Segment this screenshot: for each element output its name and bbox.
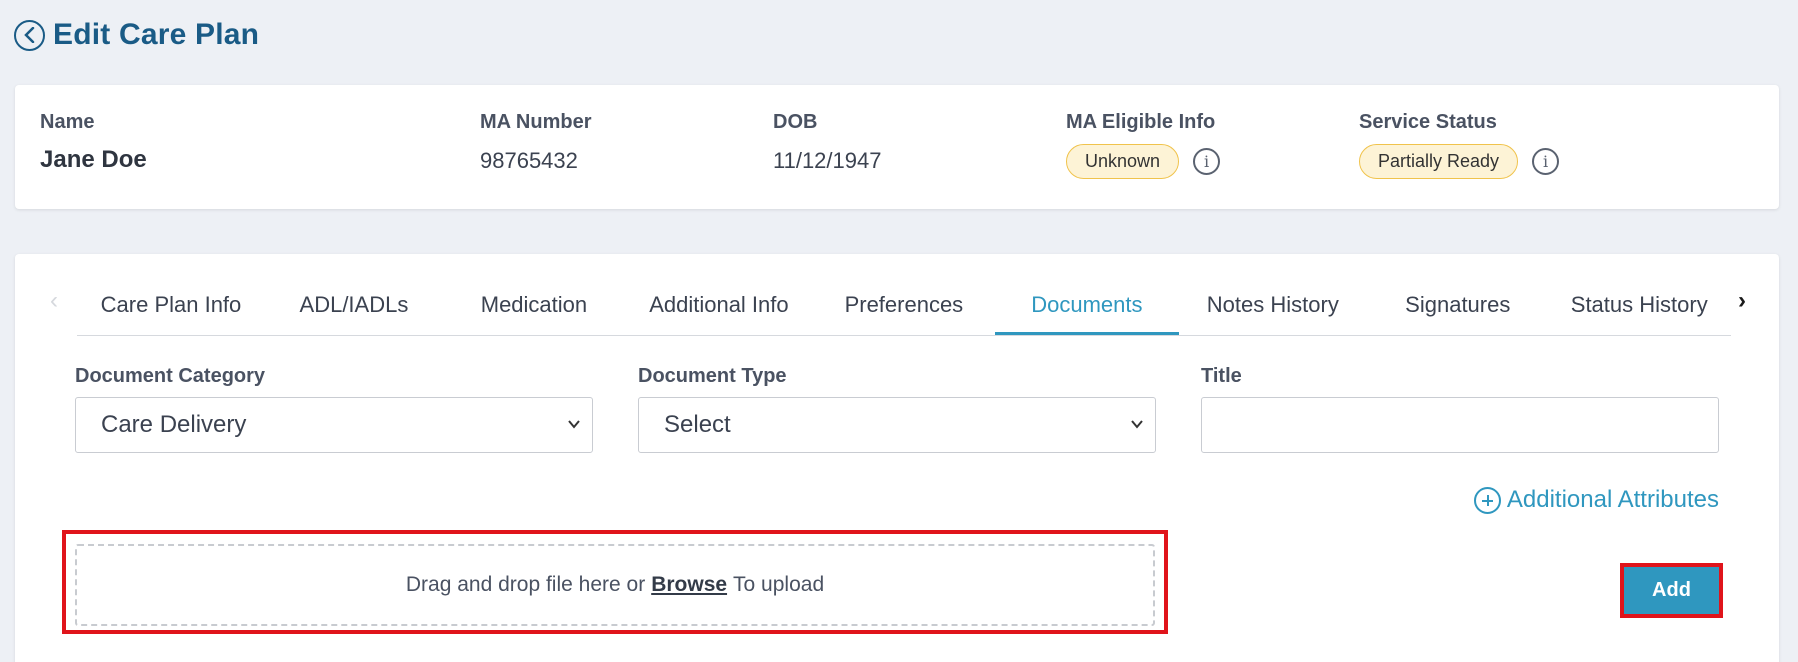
- tab-bar: Care Plan Info ADL/IADLs Medication Addi…: [77, 274, 1731, 336]
- browse-link[interactable]: Browse: [651, 573, 727, 597]
- name-label: Name: [40, 111, 95, 133]
- document-type-value: Select: [664, 411, 731, 438]
- dob-value: 11/12/1947: [773, 148, 882, 173]
- page-title: Edit Care Plan: [53, 18, 260, 51]
- tabs-scroll-left-icon[interactable]: ‹: [43, 286, 65, 316]
- ma-eligible-field: MA Eligible Info Unknown i: [1066, 111, 1221, 179]
- service-status-badge: Partially Ready: [1359, 144, 1519, 179]
- document-type-label: Document Type: [638, 365, 787, 387]
- service-status-info-icon[interactable]: i: [1532, 148, 1560, 175]
- tab-signatures[interactable]: Signatures: [1367, 274, 1549, 335]
- tab-adl-iadls[interactable]: ADL/IADLs: [265, 274, 443, 335]
- document-category-select[interactable]: Care Delivery: [75, 397, 593, 453]
- title-label: Title: [1201, 365, 1242, 387]
- documents-card: ‹ Care Plan Info ADL/IADLs Medication Ad…: [15, 254, 1779, 662]
- service-status-field: Service Status Partially Ready i: [1359, 111, 1560, 179]
- ma-eligible-label: MA Eligible Info: [1066, 111, 1216, 133]
- dropzone-text-after: To upload: [733, 573, 825, 596]
- page-header: Edit Care Plan: [14, 18, 259, 52]
- tab-preferences[interactable]: Preferences: [813, 274, 995, 335]
- tab-notes-history[interactable]: Notes History: [1179, 274, 1367, 335]
- ma-number-value: 98765432: [480, 148, 578, 173]
- dropzone-text-before: Drag and drop file here or: [405, 573, 646, 596]
- add-button[interactable]: Add: [1624, 567, 1719, 614]
- document-category-label: Document Category: [75, 365, 266, 387]
- additional-attributes-link[interactable]: Additional Attributes: [1473, 486, 1719, 514]
- file-dropzone[interactable]: Drag and drop file here or Browse To upl…: [75, 544, 1155, 626]
- document-type-select[interactable]: Select: [638, 397, 1156, 453]
- additional-attributes-label: Additional Attributes: [1506, 486, 1719, 513]
- chevron-down-icon: [568, 420, 580, 429]
- ma-number-field: MA Number 98765432: [480, 111, 591, 174]
- service-status-label: Service Status: [1359, 111, 1497, 133]
- ma-eligible-badge: Unknown: [1066, 144, 1180, 179]
- chevron-down-icon: [1131, 420, 1143, 429]
- plus-circle-icon: [1473, 486, 1501, 514]
- patient-name: Jane Doe: [40, 146, 147, 173]
- ma-number-label: MA Number: [480, 111, 592, 133]
- tab-care-plan-info[interactable]: Care Plan Info: [77, 274, 265, 335]
- ma-eligible-info-icon[interactable]: i: [1193, 148, 1221, 175]
- patient-summary-card: Name Jane Doe MA Number 98765432 DOB 11/…: [15, 85, 1779, 209]
- tab-medication[interactable]: Medication: [443, 274, 625, 335]
- name-field: Name Jane Doe: [40, 111, 147, 174]
- tab-additional-info[interactable]: Additional Info: [625, 274, 813, 335]
- title-input[interactable]: [1201, 397, 1719, 453]
- back-arrow-icon[interactable]: [14, 19, 45, 51]
- document-category-value: Care Delivery: [101, 411, 247, 438]
- dob-field: DOB 11/12/1947: [773, 111, 881, 174]
- dob-label: DOB: [773, 111, 818, 133]
- tabs-scroll-right-icon[interactable]: ›: [1731, 286, 1753, 316]
- tab-documents[interactable]: Documents: [994, 274, 1179, 335]
- tab-status-history[interactable]: Status History: [1549, 274, 1731, 335]
